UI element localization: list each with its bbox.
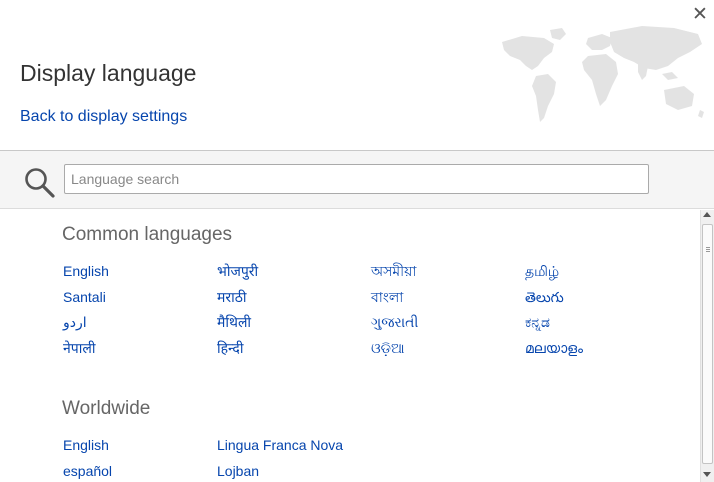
world-map-illustration [502,26,704,122]
language-item[interactable]: اردو [63,313,87,331]
language-item[interactable]: Lojban [217,462,259,480]
search-bar [0,150,714,209]
language-item[interactable]: मैथिली [217,313,251,331]
language-item[interactable]: English [63,436,109,454]
language-item[interactable]: தமிழ் [525,262,559,280]
language-list: Common languages English भोजपुरी অসমীয়া… [0,210,700,482]
language-search-input[interactable] [64,164,649,194]
language-item[interactable]: ଓଡ଼ିଆ [371,339,405,357]
language-item[interactable]: বাংলা [371,288,403,306]
back-to-display-settings-link[interactable]: Back to display settings [20,108,187,126]
section-title-common: Common languages [62,224,233,245]
language-item[interactable]: हिन्दी [217,339,243,357]
language-item[interactable]: भोजपुरी [217,262,258,280]
language-item[interactable]: മലയാളം [525,339,583,357]
language-item[interactable]: Lingua Franca Nova [217,436,343,454]
dialog-title: Display language [20,60,197,86]
language-item[interactable]: español [63,462,112,480]
language-settings-dialog: ✕ Display language Back to display setti… [0,0,714,482]
scroll-up-arrow-icon[interactable] [703,212,711,217]
scrollbar-thumb[interactable] [702,224,713,464]
language-item[interactable]: नेपाली [63,339,95,357]
language-item[interactable]: मराठी [217,288,246,306]
vertical-scrollbar[interactable] [700,210,714,482]
language-item[interactable]: অসমীয়া [371,262,416,280]
scroll-grip-icon [706,247,710,248]
section-title-worldwide: Worldwide [62,398,151,419]
language-item[interactable]: ગુજરાતી [371,313,418,331]
language-item[interactable]: English [63,262,109,280]
language-item[interactable]: Santali [63,288,106,306]
language-item[interactable]: తెలుగు [525,288,564,306]
scroll-down-arrow-icon[interactable] [703,472,711,477]
search-icon [25,168,55,198]
language-item[interactable]: ಕನ್ನಡ [525,313,550,331]
